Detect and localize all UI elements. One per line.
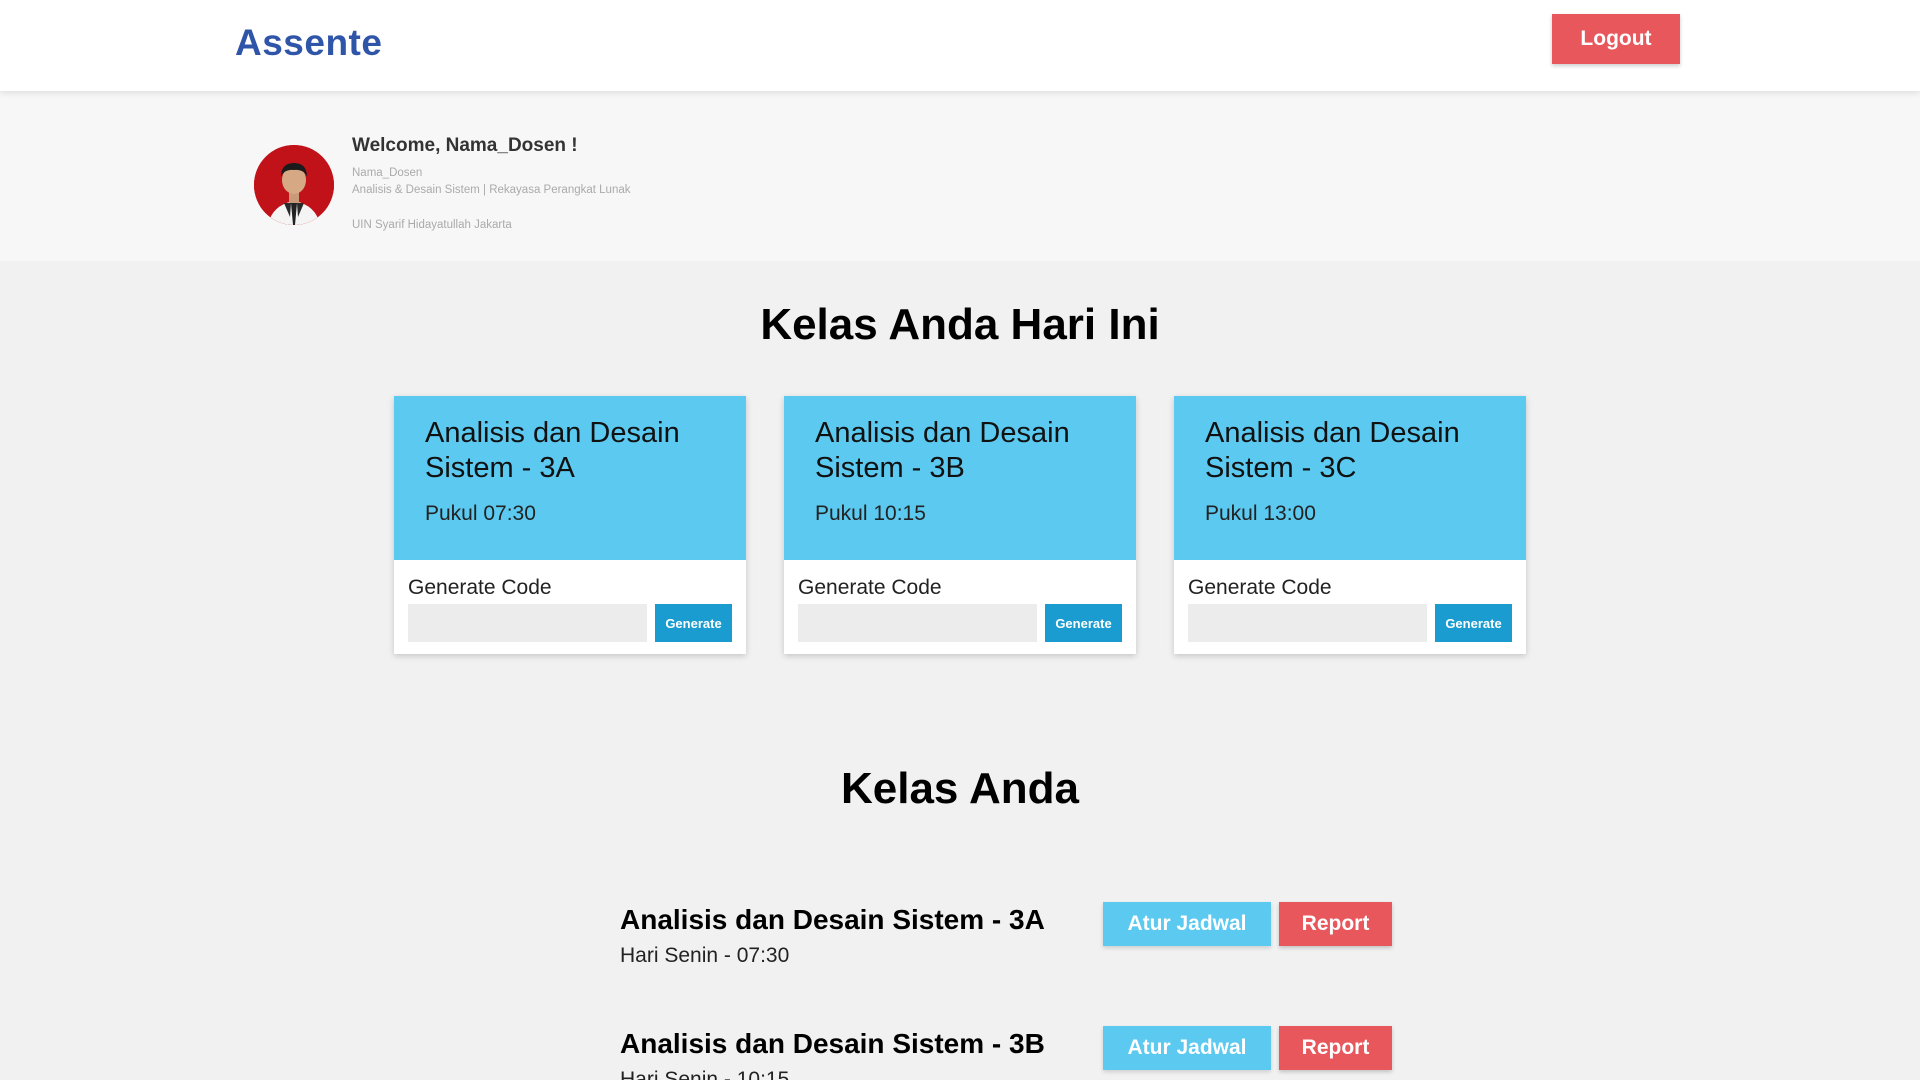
generate-code-label: Generate Code — [798, 576, 942, 599]
card-header: Analisis dan Desain Sistem - 3C Pukul 13… — [1174, 396, 1526, 560]
card-title: Analisis dan Desain Sistem - 3A — [425, 417, 680, 484]
generate-code-label: Generate Code — [1188, 576, 1332, 599]
profile-institution: UIN Syarif Hidayatullah Jakarta — [352, 219, 512, 231]
card-time: Pukul 13:00 — [1205, 502, 1316, 525]
generate-code-field[interactable] — [408, 604, 647, 642]
profile-section: Welcome, Nama_Dosen ! Nama_Dosen Analisi… — [0, 91, 1920, 261]
card-time: Pukul 07:30 — [425, 502, 536, 525]
report-button[interactable]: Report — [1279, 1026, 1392, 1070]
atur-jadwal-button[interactable]: Atur Jadwal — [1103, 902, 1271, 946]
avatar-photo — [254, 145, 334, 225]
class-schedule: Hari Senin - 07:30 — [620, 944, 790, 967]
class-name: Analisis dan Desain Sistem - 3B — [620, 1028, 1045, 1059]
class-list-item: Analisis dan Desain Sistem - 3B Hari Sen… — [620, 1026, 1420, 1080]
generate-code-label: Generate Code — [408, 576, 552, 599]
generate-code-field[interactable] — [798, 604, 1037, 642]
today-class-card: Analisis dan Desain Sistem - 3A Pukul 07… — [394, 396, 746, 654]
today-classes-title: Kelas Anda Hari Ini — [760, 300, 1160, 349]
generate-button[interactable]: Generate — [1045, 604, 1122, 642]
brand-logo[interactable]: Assente — [235, 22, 382, 64]
card-header: Analisis dan Desain Sistem - 3B Pukul 10… — [784, 396, 1136, 560]
generate-button[interactable]: Generate — [655, 604, 732, 642]
today-class-card: Analisis dan Desain Sistem - 3B Pukul 10… — [784, 396, 1136, 654]
report-button[interactable]: Report — [1279, 902, 1392, 946]
avatar — [254, 145, 334, 225]
profile-courses: Analisis & Desain Sistem | Rekayasa Pera… — [352, 184, 631, 196]
card-title: Analisis dan Desain Sistem - 3B — [815, 417, 1070, 484]
class-schedule: Hari Senin - 10:15 — [620, 1068, 790, 1080]
your-classes-title: Kelas Anda — [840, 764, 1079, 813]
today-class-card: Analisis dan Desain Sistem - 3C Pukul 13… — [1174, 396, 1526, 654]
card-header: Analisis dan Desain Sistem - 3A Pukul 07… — [394, 396, 746, 560]
class-list-item: Analisis dan Desain Sistem - 3A Hari Sen… — [620, 902, 1420, 984]
navbar: Assente Logout — [0, 0, 1920, 91]
welcome-text: Welcome, Nama_Dosen ! — [352, 135, 578, 156]
class-name: Analisis dan Desain Sistem - 3A — [620, 904, 1045, 935]
card-time: Pukul 10:15 — [815, 502, 926, 525]
profile-name: Nama_Dosen — [352, 167, 423, 179]
atur-jadwal-button[interactable]: Atur Jadwal — [1103, 1026, 1271, 1070]
generate-button[interactable]: Generate — [1435, 604, 1512, 642]
logout-button[interactable]: Logout — [1552, 14, 1680, 64]
card-title: Analisis dan Desain Sistem - 3C — [1205, 417, 1460, 484]
generate-code-field[interactable] — [1188, 604, 1427, 642]
